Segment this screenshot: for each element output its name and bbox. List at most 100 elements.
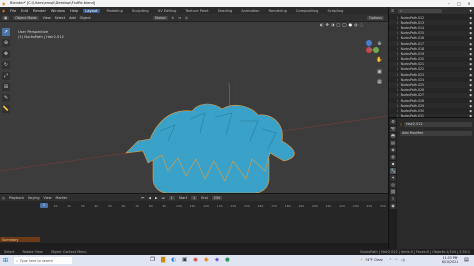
file-explorer-icon[interactable]: ▇ — [161, 257, 165, 263]
visibility-eye-icon[interactable]: ◉ — [469, 57, 472, 61]
gizmo-icon[interactable]: ✥ — [326, 22, 329, 27]
menu-view-timeline[interactable]: View — [44, 196, 52, 200]
scale-tool-icon[interactable]: ⤢ — [2, 72, 10, 80]
visibility-eye-icon[interactable]: ◉ — [469, 52, 472, 56]
menu-edit[interactable]: Edit — [21, 9, 28, 13]
blender-taskbar-icon[interactable]: ◉ — [204, 257, 209, 263]
windows-start-icon[interactable]: ⊞ — [3, 257, 8, 264]
rendered-shading-icon[interactable]: ◌ — [360, 22, 364, 27]
visibility-eye-icon[interactable]: ◉ — [469, 26, 472, 30]
visibility-eye-icon[interactable]: ◉ — [469, 21, 472, 25]
end-frame-field[interactable]: 250 — [211, 195, 223, 200]
chrome-icon[interactable]: ◉ — [193, 257, 198, 263]
render-tab-icon[interactable]: 📷 — [390, 126, 396, 132]
frame-ruler[interactable]: 0102030405060708090100110120130140150160… — [40, 204, 386, 208]
object-name-field[interactable]: Hair2.012 — [403, 122, 472, 127]
outliner-search-icon[interactable]: ⌕ — [398, 8, 443, 13]
playhead[interactable]: 1 — [40, 203, 48, 208]
visibility-eye-icon[interactable]: ◉ — [469, 88, 472, 92]
volume-icon[interactable]: ◁) — [401, 258, 405, 262]
menu-help[interactable]: Help — [70, 9, 78, 13]
visibility-eye-icon[interactable]: ◉ — [469, 16, 472, 20]
app-icon[interactable]: ◆ — [215, 257, 219, 263]
pan-hand-icon[interactable]: ✋ — [376, 57, 383, 63]
maximize-icon[interactable]: □ — [454, 0, 464, 7]
viewport-options[interactable]: Options — [366, 15, 384, 20]
timeline-editor[interactable]: ◷ Playback Keying View Marker ⏮ ◀ ▶ ⏭ 1 … — [0, 193, 388, 243]
xray-icon[interactable]: ▢ — [336, 22, 340, 27]
modifier-tab-icon[interactable]: 🔧 — [390, 168, 396, 174]
menu-keying[interactable]: Keying — [28, 196, 39, 200]
store-icon[interactable]: ▣ — [182, 257, 187, 263]
rotate-tool-icon[interactable]: ↻ — [2, 61, 10, 69]
close-icon[interactable]: ✕ — [464, 0, 474, 7]
move-tool-icon[interactable]: ✥ — [2, 50, 10, 58]
filter-icon[interactable]: ▼ — [469, 9, 472, 13]
world-tab-icon[interactable]: ◍ — [390, 154, 396, 160]
add-modifier-button[interactable]: Add Modifier — [400, 131, 472, 136]
weather-text[interactable]: 74°F Clear — [365, 258, 383, 262]
edge-browser-icon[interactable]: ◐ — [171, 257, 176, 263]
annotate-tool-icon[interactable]: ✎ — [2, 94, 10, 102]
visibility-eye-icon[interactable]: ◉ — [469, 99, 472, 103]
physics-tab-icon[interactable]: ◎ — [390, 182, 396, 188]
outliner-editor-icon[interactable]: ☰ — [391, 9, 394, 13]
jump-end-icon[interactable]: ⏭ — [162, 196, 165, 200]
menu-select[interactable]: Select — [55, 16, 65, 20]
object-tab-icon[interactable]: ▪ — [390, 161, 396, 167]
snap-icon[interactable]: ⊓ — [178, 16, 181, 20]
menu-playback[interactable]: Playback — [9, 196, 24, 200]
visibility-eye-icon[interactable]: ◉ — [469, 78, 472, 82]
overlays-icon[interactable]: ◑ — [331, 22, 335, 27]
tab-layout[interactable]: Layout — [83, 8, 100, 13]
menu-object[interactable]: Object — [80, 16, 91, 20]
visibility-eye-icon[interactable]: ◉ — [469, 42, 472, 46]
wireframe-shading-icon[interactable]: ◯ — [342, 22, 346, 27]
tab-texture-paint[interactable]: Texture Paint — [183, 9, 210, 13]
visibility-icon[interactable]: ◐ — [320, 22, 324, 27]
play-reverse-icon[interactable]: ◀ — [148, 196, 151, 200]
orientation-selector[interactable]: Global — [152, 15, 168, 20]
menu-add[interactable]: Add — [69, 16, 76, 20]
editor-type-icon[interactable]: ▣ — [2, 15, 10, 20]
visibility-eye-icon[interactable]: ◉ — [469, 83, 472, 87]
minimize-icon[interactable]: – — [444, 0, 454, 7]
proportional-edit-icon[interactable]: ◎ — [185, 16, 188, 20]
solid-shading-icon[interactable]: ● — [349, 22, 353, 27]
app-green-icon[interactable]: ● — [225, 257, 230, 263]
3d-viewport[interactable]: User Perspective (1) NurbsPath | Hair2.0… — [0, 21, 388, 193]
play-icon[interactable]: ▶ — [155, 196, 158, 200]
camera-view-icon[interactable]: ▣ — [376, 69, 383, 75]
task-view-icon[interactable]: ❐ — [150, 257, 155, 263]
visibility-eye-icon[interactable]: ◉ — [469, 104, 472, 108]
menu-view[interactable]: View — [43, 16, 51, 20]
jump-start-icon[interactable]: ⏮ — [141, 196, 144, 200]
visibility-eye-icon[interactable]: ◉ — [469, 31, 472, 35]
visibility-eye-icon[interactable]: ◉ — [469, 67, 472, 71]
particles-tab-icon[interactable]: ✶ — [390, 175, 396, 181]
tool-tab-icon[interactable]: ⚙ — [390, 119, 396, 125]
current-frame-field[interactable]: 1 — [168, 195, 175, 200]
visibility-eye-icon[interactable]: ◉ — [469, 93, 472, 97]
mode-selector[interactable]: Object Mode — [13, 15, 39, 20]
network-icon[interactable]: ◠ — [395, 258, 398, 262]
zoom-icon[interactable]: ⊕ — [376, 41, 383, 47]
menu-file[interactable]: File — [10, 9, 16, 13]
cursor-tool-icon[interactable]: ⊕ — [2, 39, 10, 47]
timeline-editor-icon[interactable]: ◷ — [2, 196, 5, 200]
menu-render[interactable]: Render — [33, 9, 46, 13]
start-frame-field[interactable]: 1 — [191, 195, 198, 200]
transform-tool-icon[interactable]: ⊞ — [2, 83, 10, 91]
data-tab-icon[interactable]: ⌇ — [390, 196, 396, 202]
tray-chevron-icon[interactable]: ⌃ — [389, 258, 392, 262]
output-tab-icon[interactable]: 🖶 — [390, 133, 396, 139]
menu-window[interactable]: Window — [51, 9, 65, 13]
view-layer-tab-icon[interactable]: ▤ — [390, 140, 396, 146]
pivot-icon[interactable]: ⊙ — [172, 16, 175, 20]
tab-sculpting[interactable]: Sculpting — [130, 9, 151, 13]
visibility-eye-icon[interactable]: ◉ — [469, 62, 472, 66]
visibility-eye-icon[interactable]: ◉ — [469, 36, 472, 40]
constraints-tab-icon[interactable]: ⛓ — [390, 189, 396, 195]
grid-view-icon[interactable]: ▦ — [376, 79, 383, 85]
tab-modeling[interactable]: Modeling — [105, 9, 125, 13]
